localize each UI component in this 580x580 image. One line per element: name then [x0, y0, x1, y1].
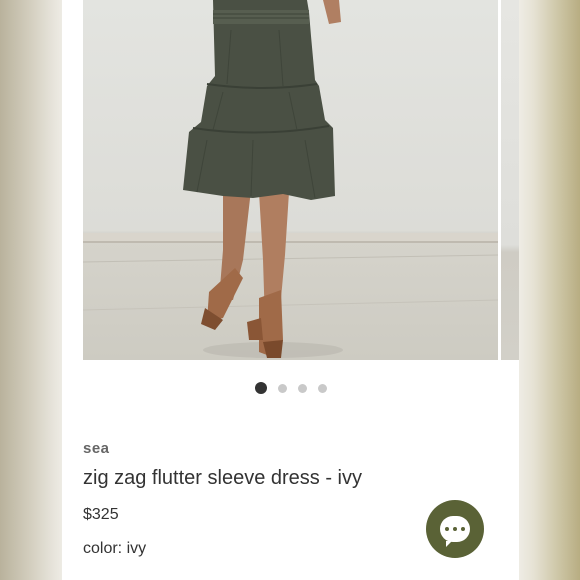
pagination-dot-1[interactable]	[254, 382, 267, 394]
product-title: zig zag flutter sleeve dress - ivy	[83, 467, 362, 489]
pagination-dot-3[interactable]	[297, 383, 307, 393]
image-carousel[interactable]	[83, 0, 519, 360]
product-price: $325	[83, 506, 119, 523]
pagination-dot-2[interactable]	[277, 383, 287, 393]
product-image[interactable]	[83, 0, 498, 360]
product-brand[interactable]: sea	[83, 440, 110, 457]
product-card: sea zig zag flutter sleeve dress - ivy $…	[62, 0, 519, 580]
chat-bubble-icon	[440, 516, 470, 547]
next-slide-peek[interactable]	[501, 0, 519, 360]
pagination-dot-4[interactable]	[317, 383, 327, 393]
product-photo	[83, 0, 498, 358]
carousel-pagination	[62, 381, 519, 395]
chat-button[interactable]	[426, 500, 484, 558]
product-color: color: ivy	[83, 540, 147, 557]
